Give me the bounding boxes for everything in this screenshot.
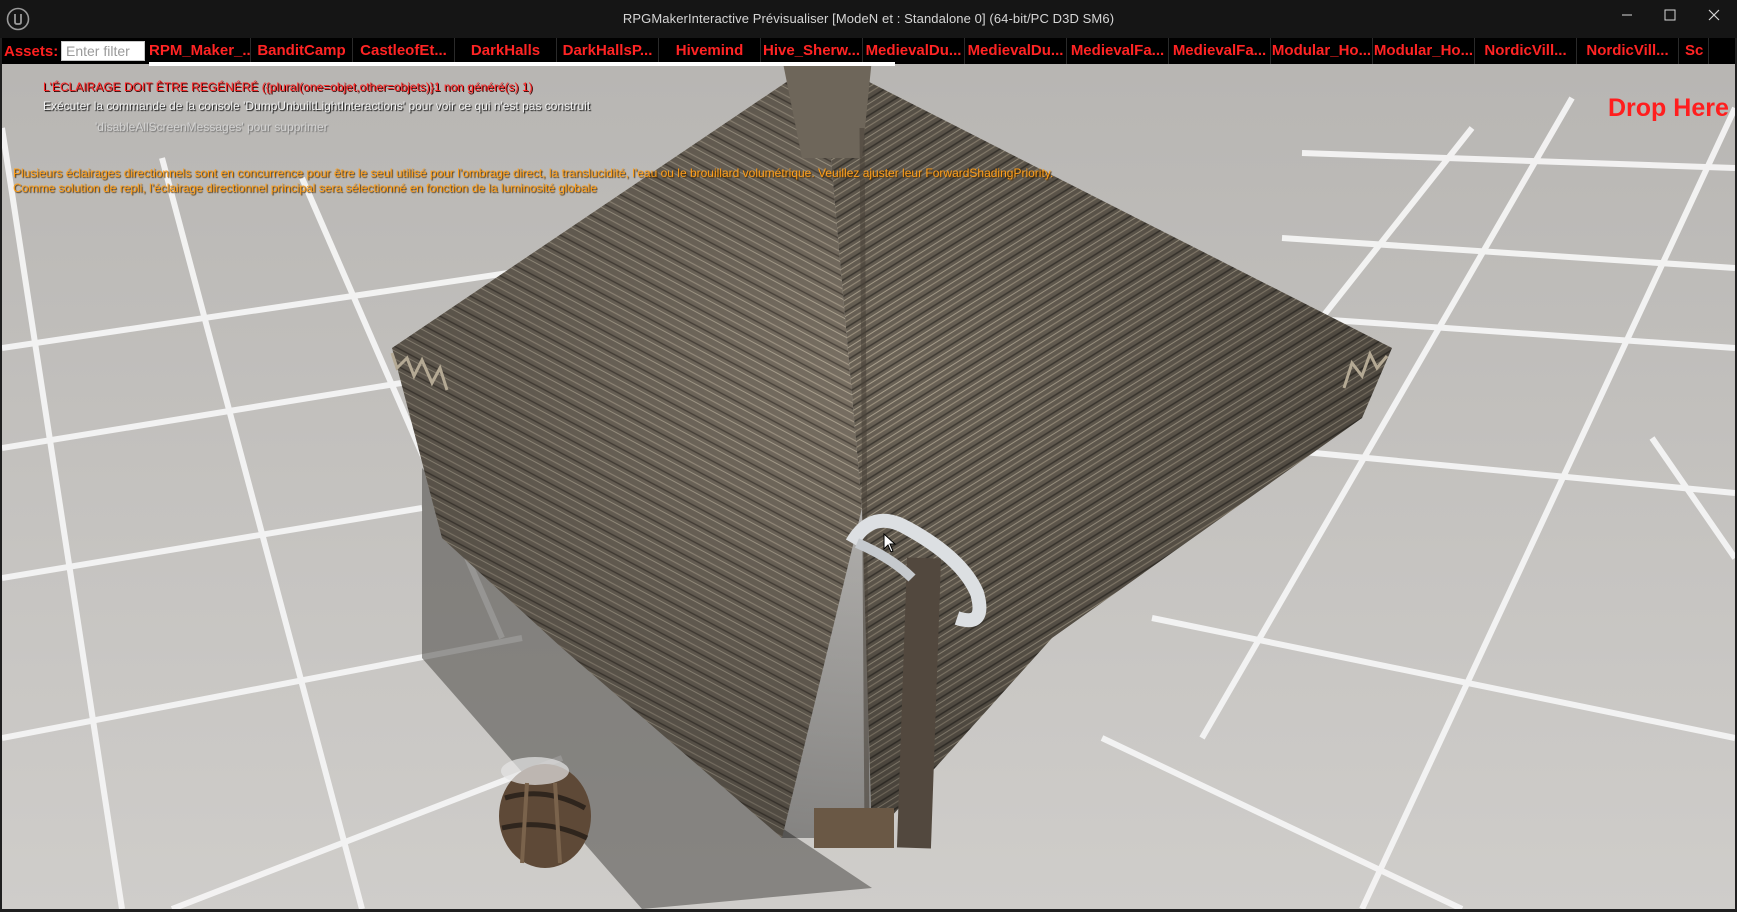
asset-load-progress bbox=[149, 62, 895, 66]
drop-here-zone[interactable]: Drop Here bbox=[1608, 94, 1729, 123]
asset-button[interactable]: Modular_Ho... bbox=[1373, 38, 1475, 64]
asset-button[interactable]: RPM_Maker_... bbox=[149, 38, 251, 64]
asset-button[interactable]: MedievalFa... bbox=[1067, 38, 1169, 64]
asset-button[interactable]: Hivemind bbox=[659, 38, 761, 64]
asset-button[interactable]: CastleofEt... bbox=[353, 38, 455, 64]
close-icon bbox=[1708, 9, 1720, 21]
asset-button[interactable]: MedievalDu... bbox=[863, 38, 965, 64]
minimize-button[interactable] bbox=[1606, 0, 1648, 30]
window-title: RPGMakerInteractive Prévisualiser [ModeN… bbox=[622, 11, 1115, 26]
maximize-icon bbox=[1664, 9, 1676, 21]
asset-button[interactable]: NordicVill... bbox=[1475, 38, 1577, 64]
disable-messages-hint: 'disableAllScreenMessages' pour supprime… bbox=[95, 120, 328, 134]
asset-button[interactable]: Modular_Ho... bbox=[1271, 38, 1373, 64]
assets-label: Assets: bbox=[4, 43, 59, 60]
dump-command-message: Exécuter la commande de la console 'Dump… bbox=[43, 99, 591, 113]
asset-button[interactable]: Hive_Sherw... bbox=[761, 38, 863, 64]
asset-button[interactable]: DarkHalls bbox=[455, 38, 557, 64]
game-viewport[interactable]: Assets: RPM_Maker_... BanditCamp Castleo… bbox=[2, 38, 1735, 909]
asset-button[interactable]: Sc bbox=[1679, 38, 1709, 64]
close-button[interactable] bbox=[1693, 0, 1735, 30]
asset-filter-input[interactable] bbox=[61, 41, 145, 61]
asset-button[interactable]: MedievalFa... bbox=[1169, 38, 1271, 64]
asset-button[interactable]: BanditCamp bbox=[251, 38, 353, 64]
directional-light-fallback: Comme solution de repli, l'éclairage dir… bbox=[13, 181, 597, 195]
assets-toolbar: Assets: RPM_Maker_... BanditCamp Castleo… bbox=[2, 38, 1735, 66]
mouse-cursor-icon bbox=[883, 533, 897, 553]
maximize-button[interactable] bbox=[1649, 0, 1691, 30]
lighting-rebuild-message: L'ÉCLAIRAGE DOIT ÊTRE REGÉNÉRÉ ({plural(… bbox=[43, 80, 533, 94]
asset-list: RPM_Maker_... BanditCamp CastleofEt... D… bbox=[149, 38, 1735, 64]
directional-light-warning: Plusieurs éclairages directionnels sont … bbox=[13, 166, 1054, 180]
asset-button[interactable]: MedievalDu... bbox=[965, 38, 1067, 64]
asset-button[interactable]: NordicVill... bbox=[1577, 38, 1679, 64]
asset-button[interactable]: DarkHallsP... bbox=[557, 38, 659, 64]
window-titlebar[interactable]: RPGMakerInteractive Prévisualiser [ModeN… bbox=[0, 0, 1737, 38]
minimize-icon bbox=[1622, 14, 1632, 16]
